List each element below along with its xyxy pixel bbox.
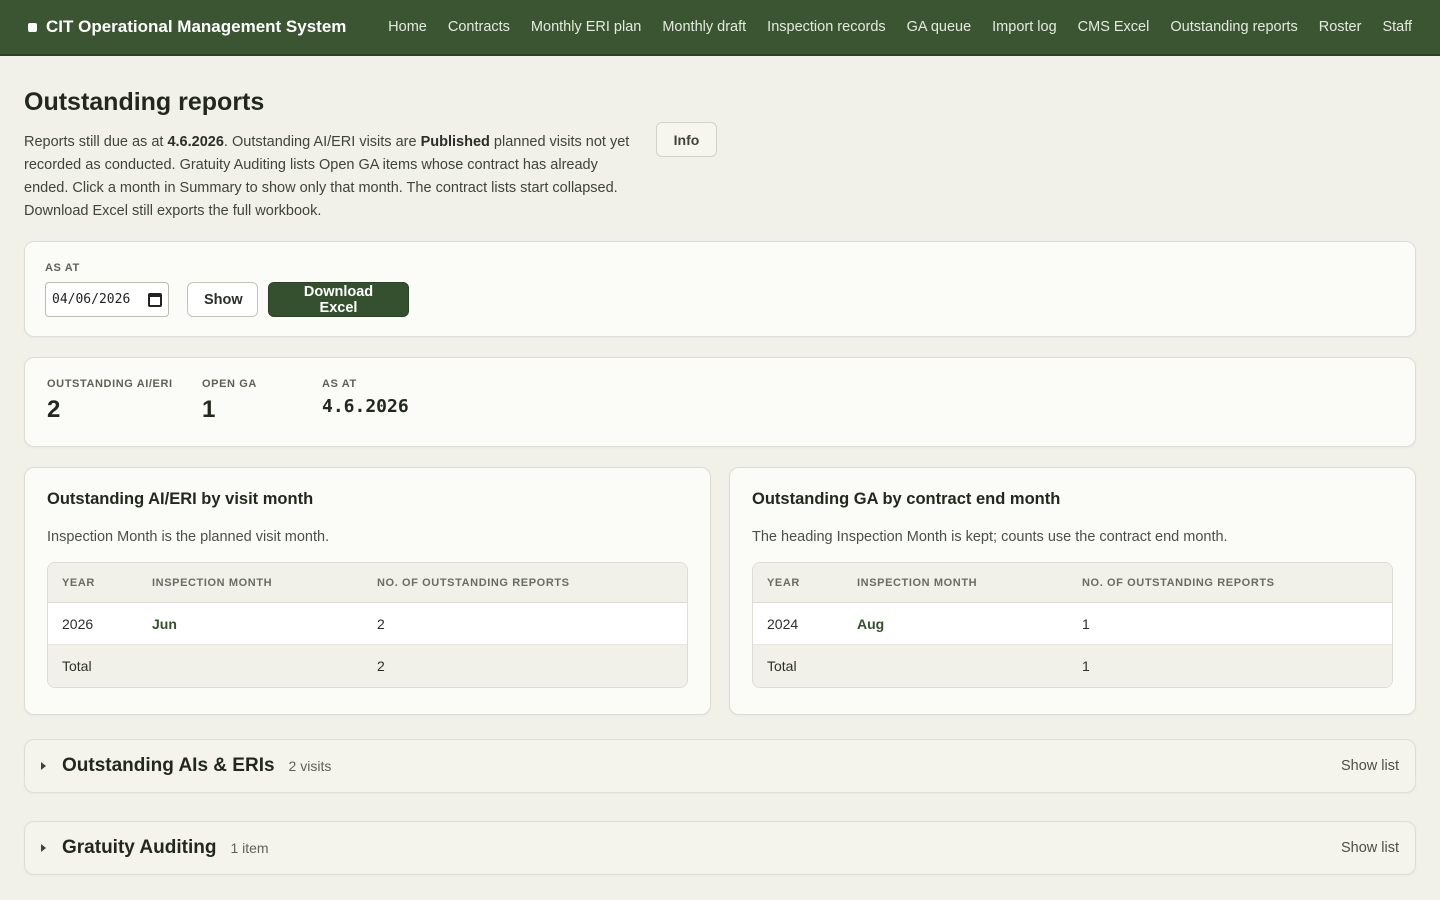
panel-title: Outstanding GA by contract end month [752,490,1061,508]
section-title: Gratuity Auditing [62,837,217,858]
main-nav: Home Contracts Monthly ERI plan Monthly … [388,19,1412,35]
cell-count: 1 [1082,615,1090,632]
calendar-icon[interactable] [148,292,162,307]
total-value: 1 [1082,658,1090,674]
nav-roster[interactable]: Roster [1319,19,1362,35]
ga-summary-panel: Outstanding GA by contract end month The… [729,467,1416,715]
nav-staff[interactable]: Staff [1382,19,1412,35]
intro-date: 4.6.2026 [167,134,224,150]
nav-import-log[interactable]: Import log [992,19,1056,35]
month-filter-link[interactable]: Jun [152,616,377,632]
main-content: Outstanding reports Reports still due as… [0,56,1440,875]
col-outstanding-count: NO. OF OUTSTANDING REPORTS [377,576,570,589]
expand-triangle-icon[interactable] [41,844,46,852]
show-list-toggle[interactable]: Show list [1341,758,1399,774]
stat-label: OUTSTANDING AI/ERI [47,378,173,390]
as-at-label: AS AT [45,262,80,274]
app-title: CIT Operational Management System [46,17,347,36]
page-title: Outstanding reports [24,88,265,116]
stat-value: 2 [47,396,61,423]
table-header-row: YEAR INSPECTION MONTH NO. OF OUTSTANDING… [753,563,1392,603]
intro-published: Published [420,134,490,150]
table-header-row: YEAR INSPECTION MONTH NO. OF OUTSTANDING… [48,563,687,603]
nav-contracts[interactable]: Contracts [448,19,510,35]
stat-label: AS AT [322,378,357,390]
col-inspection-month: INSPECTION MONTH [857,576,978,589]
nav-ga-queue[interactable]: GA queue [907,19,972,35]
nav-monthly-eri-plan[interactable]: Monthly ERI plan [531,19,641,35]
intro-text-1: Reports still due as at [24,134,168,150]
summary-table: YEAR INSPECTION MONTH NO. OF OUTSTANDING… [752,562,1393,688]
panel-title: Outstanding AI/ERI by visit month [47,490,314,508]
page-header: Outstanding reports Reports still due as… [24,88,1416,223]
summary-table: YEAR INSPECTION MONTH NO. OF OUTSTANDING… [47,562,688,688]
col-inspection-month: INSPECTION MONTH [152,576,273,589]
nav-inspection-records[interactable]: Inspection records [767,19,885,35]
top-navigation-bar: CIT Operational Management System Home C… [0,0,1440,56]
nav-cms-excel[interactable]: CMS Excel [1078,19,1150,35]
info-button[interactable]: Info [656,122,717,157]
table-row: 2026 Jun 2 [48,603,687,645]
stat-label: OPEN GA [202,378,257,390]
month-filter-link[interactable]: Aug [857,616,1082,632]
date-value: 04/06/2026 [52,292,131,307]
cell-year: 2026 [62,615,94,632]
stat-as-at: AS AT 4.6.2026 [322,378,409,426]
filter-row: 04/06/2026 Show Download Excel [45,282,1395,317]
nav-outstanding-reports[interactable]: Outstanding reports [1170,19,1297,35]
panel-subtitle: The heading Inspection Month is kept; co… [752,529,1228,545]
ai-eri-summary-panel: Outstanding AI/ERI by visit month Inspec… [24,467,711,715]
section-gratuity-auditing[interactable]: Gratuity Auditing 1 item Show list [24,821,1416,875]
section-title: Outstanding AIs & ERIs [62,755,275,776]
stat-open-ga: OPEN GA 1 [202,378,298,426]
total-label: Total [62,658,92,674]
section-count: 1 item [230,840,269,856]
expand-triangle-icon[interactable] [41,762,46,770]
summary-panels: Outstanding AI/ERI by visit month Inspec… [24,467,1416,715]
download-excel-button[interactable]: Download Excel [268,282,409,317]
cell-count: 2 [377,615,385,632]
brand-square-icon [28,22,37,32]
intro-text-2: . Outstanding AI/ERI visits are [223,134,421,150]
nav-monthly-draft[interactable]: Monthly draft [662,19,746,35]
nav-home[interactable]: Home [388,19,427,35]
show-list-toggle[interactable]: Show list [1341,840,1399,856]
stats-card: OUTSTANDING AI/ERI 2 OPEN GA 1 AS AT 4.6… [24,357,1416,447]
total-value: 2 [377,658,385,674]
col-year: YEAR [62,576,95,589]
panel-subtitle: Inspection Month is the planned visit mo… [47,529,330,545]
total-label: Total [767,658,797,674]
stat-value: 1 [202,396,216,423]
cell-year: 2024 [767,615,799,632]
filter-card: AS AT 04/06/2026 Show Download Excel [24,241,1416,337]
stat-outstanding-ai-eri: OUTSTANDING AI/ERI 2 [47,378,178,426]
page-description: Reports still due as at 4.6.2026. Outsta… [24,131,634,223]
table-row: 2024 Aug 1 [753,603,1392,645]
show-button[interactable]: Show [187,282,258,317]
section-outstanding-ais-eris[interactable]: Outstanding AIs & ERIs 2 visits Show lis… [24,739,1416,793]
as-at-date-input[interactable]: 04/06/2026 [45,282,169,317]
table-total-row: Total 2 [48,645,687,687]
section-count: 2 visits [288,758,332,774]
col-outstanding-count: NO. OF OUTSTANDING REPORTS [1082,576,1275,589]
app-brand[interactable]: CIT Operational Management System [28,17,346,37]
table-total-row: Total 1 [753,645,1392,687]
stat-value: 4.6.2026 [322,396,409,417]
col-year: YEAR [767,576,800,589]
